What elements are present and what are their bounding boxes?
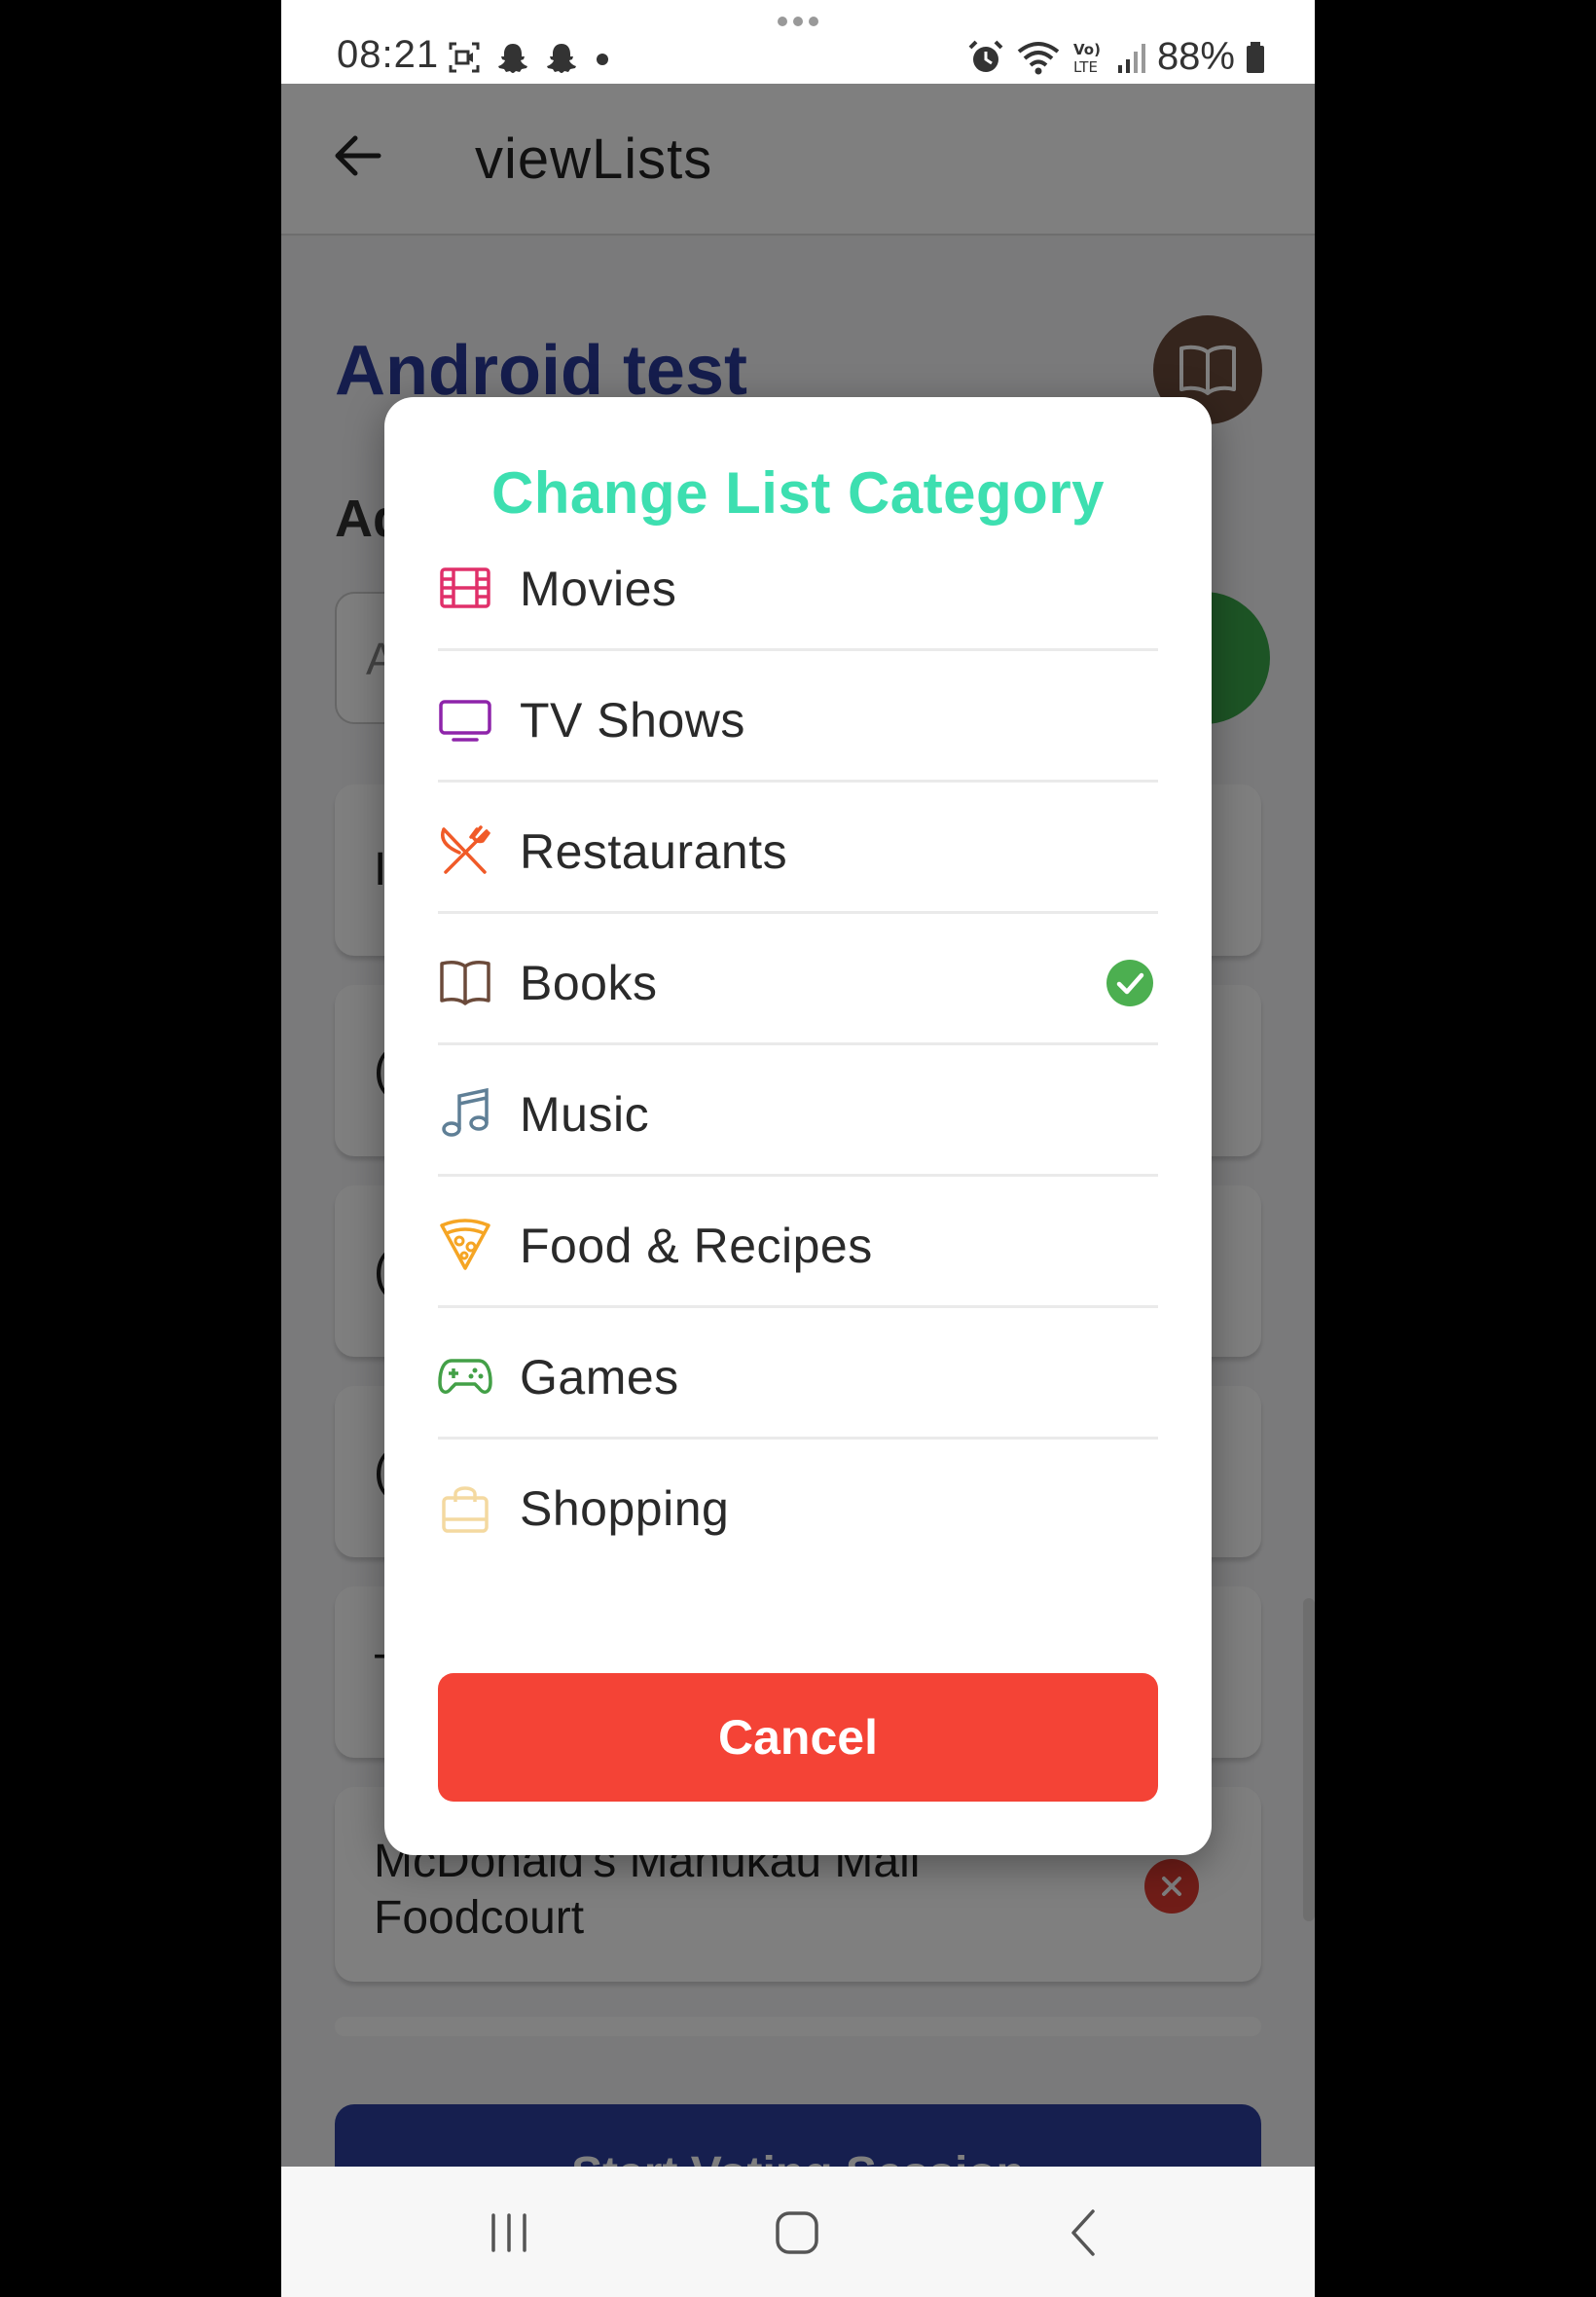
category-label: Movies — [520, 562, 677, 616]
svg-text:Vo): Vo) — [1073, 41, 1101, 58]
gamepad-icon — [438, 1359, 492, 1394]
category-option-restaurants[interactable]: Restaurants — [438, 783, 1158, 914]
screen-record-icon — [449, 42, 480, 73]
category-label: Restaurants — [520, 824, 788, 879]
battery-icon — [1247, 41, 1264, 73]
tv-icon — [439, 700, 491, 742]
recent-apps-icon[interactable] — [480, 2204, 538, 2262]
system-nav-bar — [281, 2167, 1315, 2297]
category-label: Food & Recipes — [520, 1219, 873, 1273]
phone-screen: 08:21 Vo) LTE 88% Change List Category M… — [281, 0, 1315, 2297]
film-icon — [440, 567, 490, 608]
cancel-button-label: Cancel — [718, 1710, 878, 1765]
shopping-bag-icon — [442, 1486, 489, 1533]
category-label: Games — [520, 1350, 679, 1404]
svg-text:LTE: LTE — [1073, 58, 1098, 76]
dot-icon — [597, 54, 608, 65]
home-icon[interactable] — [768, 2204, 826, 2262]
category-label: Books — [520, 956, 658, 1010]
book-icon — [440, 961, 490, 1005]
volte-icon: Vo) LTE — [1073, 41, 1101, 76]
back-icon[interactable] — [1056, 2204, 1114, 2262]
category-option-tv-shows[interactable]: TV Shows — [438, 651, 1158, 783]
category-label: Music — [520, 1087, 650, 1142]
dialog-title: Change List Category — [490, 460, 1106, 526]
status-time: 08:21 — [337, 33, 440, 76]
utensils-icon — [441, 825, 490, 874]
category-list: Movies TV Shows Restaurants Books Music … — [438, 520, 1158, 1571]
alarm-icon — [968, 40, 1003, 72]
pizza-icon — [440, 1219, 490, 1270]
status-icons-left — [447, 37, 612, 78]
change-category-dialog: Change List Category Movies TV Shows Res… — [384, 397, 1212, 1855]
music-note-icon — [442, 1087, 489, 1137]
category-option-games[interactable]: Games — [438, 1308, 1158, 1440]
category-label: Shopping — [520, 1481, 730, 1536]
wifi-icon — [1017, 41, 1060, 74]
snapchat-icon — [547, 44, 576, 73]
category-option-food-recipes[interactable]: Food & Recipes — [438, 1177, 1158, 1308]
multiwindow-handle-icon[interactable] — [777, 16, 819, 27]
check-circle-icon — [1106, 960, 1153, 1006]
category-option-shopping[interactable]: Shopping — [438, 1440, 1158, 1571]
cancel-button[interactable]: Cancel — [438, 1673, 1158, 1802]
status-icons-right: Vo) LTE 88% — [966, 35, 1266, 79]
category-option-music[interactable]: Music — [438, 1045, 1158, 1177]
category-label: TV Shows — [520, 693, 745, 747]
battery-percentage: 88% — [1156, 35, 1235, 78]
signal-icon — [1117, 43, 1145, 73]
status-bar: 08:21 Vo) LTE 88% — [281, 0, 1315, 84]
category-option-movies[interactable]: Movies — [438, 520, 1158, 651]
snapchat-icon — [498, 44, 527, 73]
category-option-books[interactable]: Books — [438, 914, 1158, 1045]
